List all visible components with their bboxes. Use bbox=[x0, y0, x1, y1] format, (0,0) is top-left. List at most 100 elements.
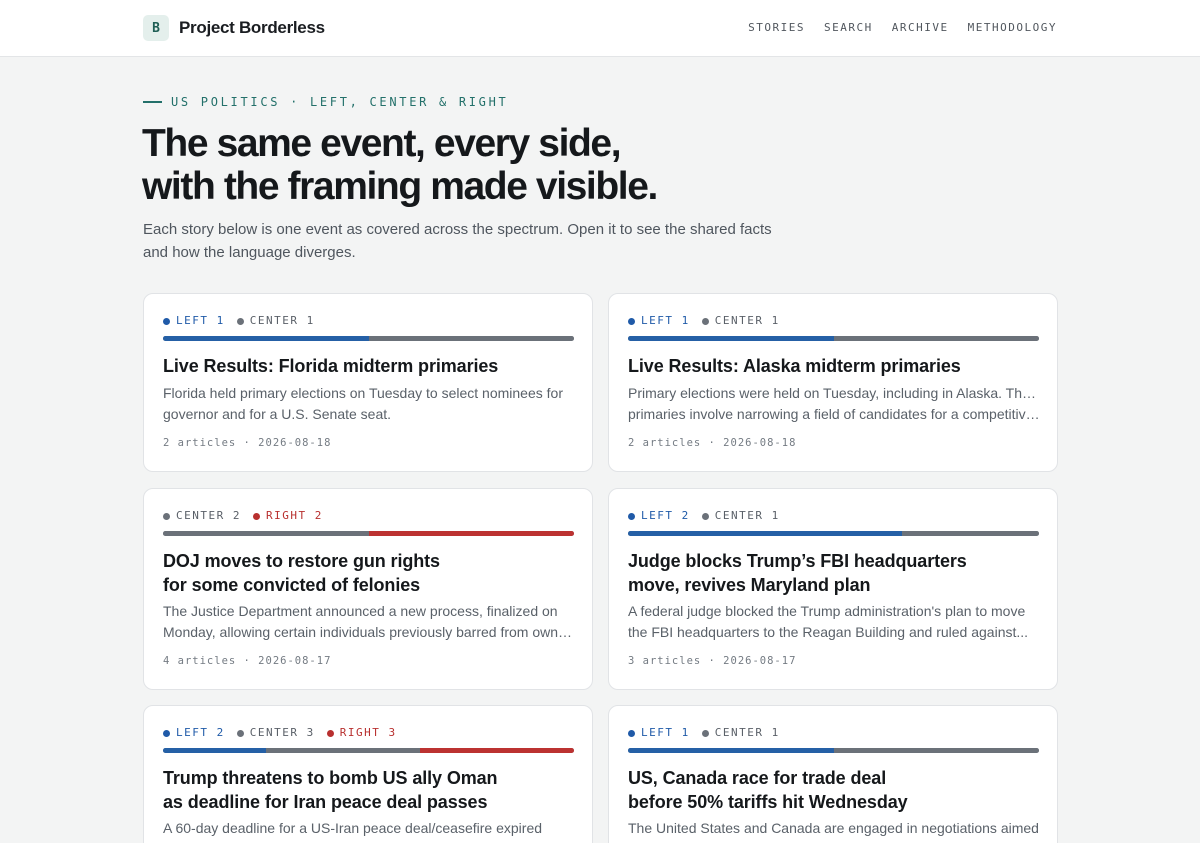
story-meta: 3 articles · 2026-08-17 bbox=[628, 655, 797, 667]
coverage-tags: CENTER 2 RIGHT 2 bbox=[163, 509, 323, 522]
story-title[interactable]: DOJ moves to restore gun rights for some … bbox=[163, 549, 575, 597]
coverage-bar-left bbox=[163, 336, 369, 341]
coverage-bar-center bbox=[833, 748, 1039, 753]
coverage-tag-label: LEFT 1 bbox=[641, 314, 690, 327]
coverage-tags: LEFT 2 CENTER 3 RIGHT 3 bbox=[163, 726, 397, 739]
brand[interactable]: B Project Borderless bbox=[143, 15, 325, 41]
coverage-tag-label: RIGHT 3 bbox=[339, 726, 397, 739]
coverage-tag-label: LEFT 1 bbox=[176, 314, 225, 327]
top-bar: B Project Borderless STORIES SEARCH ARCH… bbox=[0, 0, 1200, 57]
story-summary-line: The Justice Department announced a new p… bbox=[163, 603, 558, 619]
story-summary: A 60-day deadline for a US-Iran peace de… bbox=[163, 818, 575, 843]
story-title[interactable]: Live Results: Alaska midterm primaries bbox=[628, 354, 1040, 378]
story-title-line: as deadline for Iran peace deal passes bbox=[163, 792, 488, 812]
story-title-line: Judge blocks Trump’s FBI headquarters bbox=[628, 551, 967, 571]
coverage-bar-center bbox=[833, 336, 1039, 341]
main-nav: STORIES SEARCH ARCHIVE METHODOLOGY bbox=[748, 21, 1057, 34]
story-title[interactable]: Live Results: Florida midterm primaries bbox=[163, 354, 575, 378]
left-dot-icon bbox=[628, 730, 635, 737]
coverage-tag-label: LEFT 2 bbox=[176, 726, 225, 739]
story-card[interactable]: LEFT 2 CENTER 3 RIGHT 3 Trump threatens to … bbox=[143, 705, 593, 843]
left-dot-icon bbox=[628, 513, 635, 520]
story-card[interactable]: LEFT 1 CENTER 1 Live Results: Florida midt… bbox=[143, 293, 593, 472]
nav-archive[interactable]: ARCHIVE bbox=[892, 21, 949, 34]
nav-methodology[interactable]: METHODOLOGY bbox=[968, 21, 1057, 34]
coverage-tags: LEFT 1 CENTER 1 bbox=[163, 314, 315, 327]
headline-line-2: with the framing made visible. bbox=[142, 165, 658, 208]
coverage-tag-left: LEFT 1 bbox=[628, 726, 690, 739]
coverage-tag-left: LEFT 1 bbox=[628, 314, 690, 327]
coverage-bar-left bbox=[628, 336, 834, 341]
story-summary-line: A 60-day deadline for a US-Iran peace de… bbox=[163, 820, 543, 836]
coverage-bar-center bbox=[265, 748, 420, 753]
coverage-tag-left: LEFT 2 bbox=[163, 726, 225, 739]
coverage-bar-center bbox=[368, 336, 574, 341]
story-title-line: Live Results: Alaska midterm primaries bbox=[628, 356, 961, 376]
story-summary-line: Monday, allowing certain individuals pre… bbox=[163, 624, 575, 640]
story-summary-line: Florida held primary elections on Tuesda… bbox=[163, 385, 563, 401]
coverage-tag-left: LEFT 1 bbox=[163, 314, 225, 327]
coverage-bar bbox=[163, 531, 574, 536]
coverage-tag-label: LEFT 1 bbox=[641, 726, 690, 739]
coverage-tag-center: CENTER 2 bbox=[163, 509, 241, 522]
coverage-bar-left bbox=[628, 531, 902, 536]
coverage-bar-center bbox=[163, 531, 369, 536]
coverage-bar-right bbox=[419, 748, 574, 753]
story-title[interactable]: US, Canada race for trade deal before 50%… bbox=[628, 766, 1040, 814]
story-card[interactable]: CENTER 2 RIGHT 2 DOJ moves to restore gun … bbox=[143, 488, 593, 690]
coverage-bar-left bbox=[163, 748, 266, 753]
story-card[interactable]: LEFT 2 CENTER 1 Judge blocks Trump’s FBI h… bbox=[608, 488, 1058, 690]
story-summary: The United States and Canada are engaged… bbox=[628, 818, 1040, 843]
story-summary-line: primaries involve narrowing a field of c… bbox=[628, 406, 1040, 422]
coverage-tag-label: CENTER 1 bbox=[714, 314, 780, 327]
coverage-bar-center bbox=[901, 531, 1039, 536]
center-dot-icon bbox=[701, 730, 709, 737]
coverage-bar bbox=[163, 748, 574, 753]
story-card[interactable]: LEFT 1 CENTER 1 Live Results: Alaska midte… bbox=[608, 293, 1058, 472]
coverage-tag-label: LEFT 2 bbox=[641, 509, 690, 522]
story-summary-line: A federal judge blocked the Trump admini… bbox=[628, 603, 1026, 619]
story-meta: 2 articles · 2026-08-18 bbox=[628, 437, 797, 449]
story-summary-line: The United States and Canada are engaged… bbox=[628, 820, 1039, 836]
coverage-tag-label: CENTER 1 bbox=[714, 509, 780, 522]
story-title-line: for some convicted of felonies bbox=[163, 575, 421, 595]
story-title-line: Live Results: Florida midterm primaries bbox=[163, 356, 499, 376]
nav-search[interactable]: SEARCH bbox=[824, 21, 873, 34]
coverage-tag-label: RIGHT 2 bbox=[265, 509, 323, 522]
coverage-tag-center: CENTER 1 bbox=[701, 509, 780, 522]
story-title[interactable]: Trump threatens to bomb US ally Oman as d… bbox=[163, 766, 575, 814]
center-dot-icon bbox=[701, 318, 709, 325]
right-dot-icon bbox=[326, 730, 334, 737]
coverage-bar bbox=[628, 336, 1039, 341]
section-kicker: US POLITICS · LEFT, CENTER & RIGHT bbox=[143, 95, 508, 109]
story-meta: 4 articles · 2026-08-17 bbox=[163, 655, 332, 667]
story-summary: Primary elections were held on Tuesday, … bbox=[628, 383, 1040, 425]
coverage-tags: LEFT 1 CENTER 1 bbox=[628, 726, 780, 739]
coverage-tag-label: CENTER 2 bbox=[176, 509, 241, 522]
story-title-line: before 50% tariffs hit Wednesday bbox=[628, 792, 908, 812]
story-card[interactable]: LEFT 1 CENTER 1 US, Canada race for trade … bbox=[608, 705, 1058, 843]
story-summary: Florida held primary elections on Tuesda… bbox=[163, 383, 575, 425]
kicker-label: US POLITICS · LEFT, CENTER & RIGHT bbox=[171, 95, 509, 109]
coverage-tag-center: CENTER 1 bbox=[701, 726, 780, 739]
story-title-line: DOJ moves to restore gun rights bbox=[163, 551, 440, 571]
coverage-tags: LEFT 2 CENTER 1 bbox=[628, 509, 780, 522]
story-summary: The Justice Department announced a new p… bbox=[163, 601, 575, 643]
nav-stories[interactable]: STORIES bbox=[748, 21, 805, 34]
story-summary-line: Primary elections were held on Tuesday, … bbox=[628, 385, 1040, 401]
story-title[interactable]: Judge blocks Trump’s FBI headquarters mov… bbox=[628, 549, 1040, 597]
story-title-line: move, revives Maryland plan bbox=[628, 575, 871, 595]
coverage-tag-label: CENTER 1 bbox=[714, 726, 780, 739]
coverage-tags: LEFT 1 CENTER 1 bbox=[628, 314, 780, 327]
coverage-tag-right: RIGHT 2 bbox=[252, 509, 323, 522]
coverage-tag-right: RIGHT 3 bbox=[326, 726, 397, 739]
coverage-tag-label: CENTER 1 bbox=[249, 314, 315, 327]
coverage-tag-label: CENTER 3 bbox=[249, 726, 315, 739]
page-intro: Each story below is one event as covered… bbox=[143, 221, 772, 261]
center-dot-icon bbox=[236, 730, 244, 737]
coverage-tag-left: LEFT 2 bbox=[628, 509, 690, 522]
coverage-bar bbox=[628, 748, 1039, 753]
story-title-line: Trump threatens to bomb US ally Oman bbox=[163, 768, 498, 788]
page-headline: The same event, every side, with the fra… bbox=[142, 122, 658, 208]
center-dot-icon bbox=[701, 513, 709, 520]
